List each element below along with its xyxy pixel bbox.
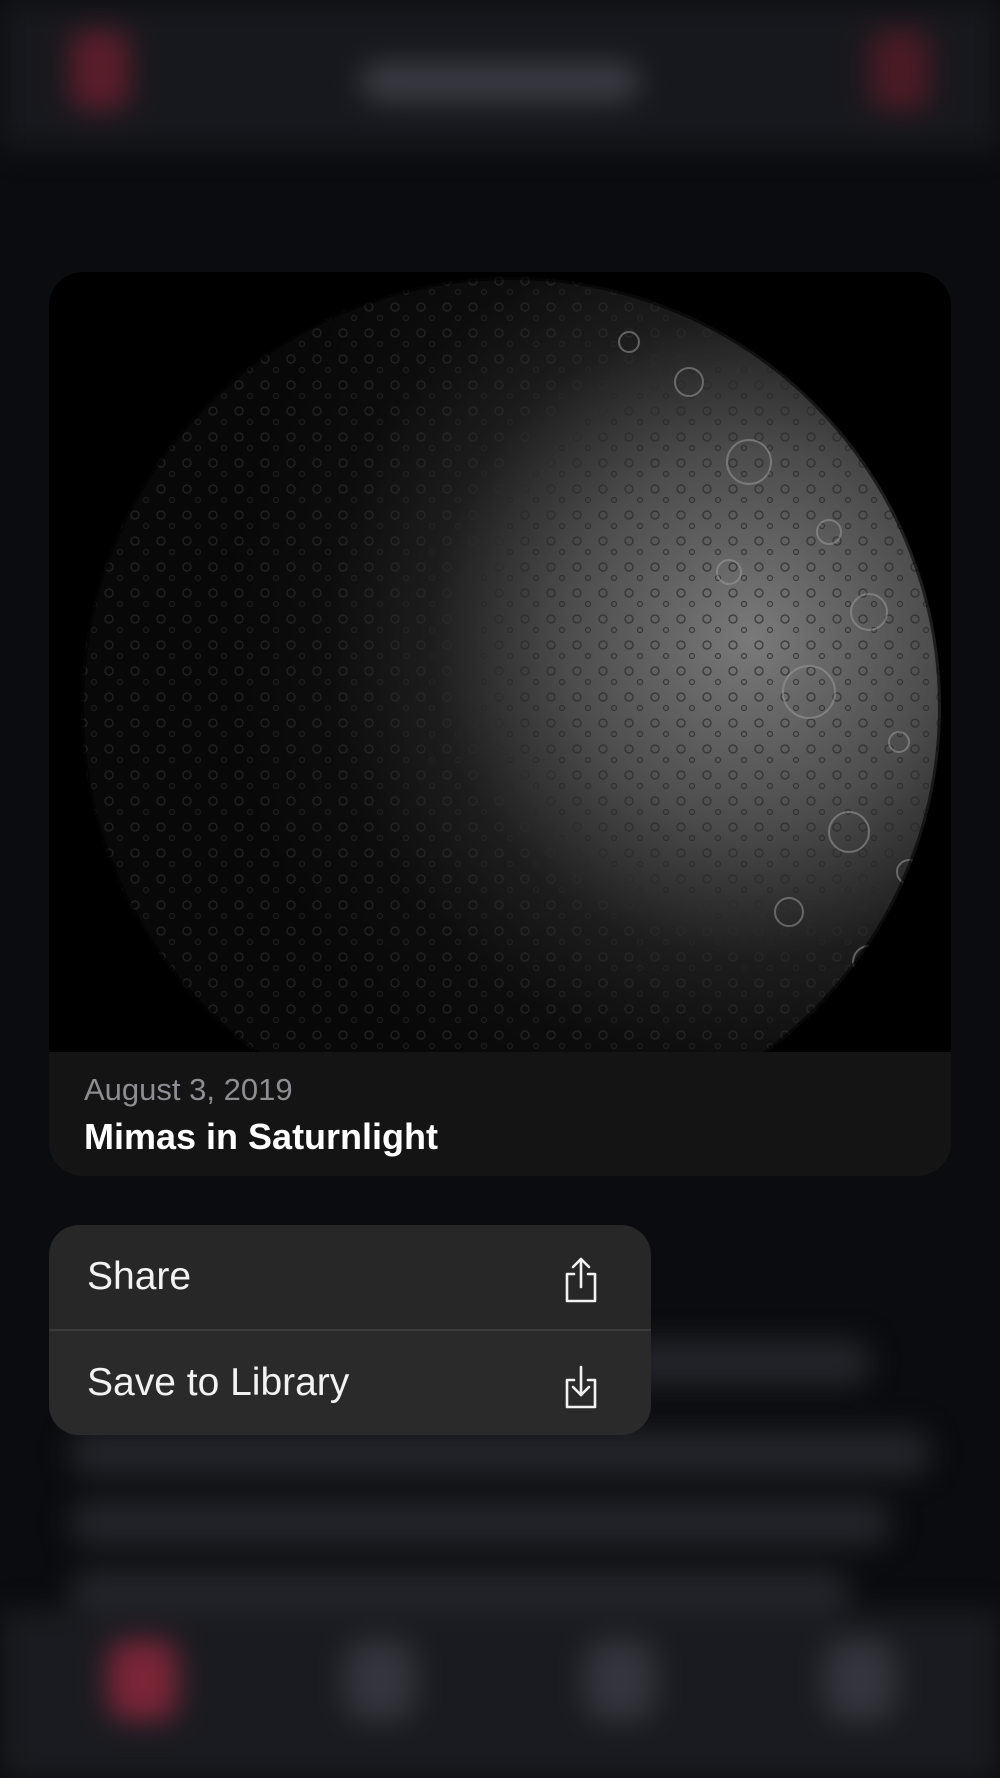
background-nav-bar (0, 0, 1000, 150)
moon-photo (49, 272, 951, 1052)
share-icon (561, 1257, 601, 1303)
share-menu-item[interactable]: Share (49, 1225, 651, 1329)
background-tab (825, 1640, 895, 1720)
save-to-library-label: Save to Library (87, 1361, 350, 1404)
photo-title: Mimas in Saturnlight (84, 1116, 439, 1157)
background-tab (585, 1640, 655, 1720)
background-nav-left-button (70, 30, 130, 110)
context-menu: Share Save to Library (49, 1225, 651, 1435)
background-tab (108, 1640, 178, 1720)
background-tab (345, 1640, 415, 1720)
background-nav-title (360, 62, 640, 102)
background-nav-right-button (870, 30, 930, 110)
photo-caption: August 3, 2019 Mimas in Saturnlight (49, 1052, 951, 1176)
share-label: Share (87, 1255, 192, 1298)
photo-date: August 3, 2019 (84, 1072, 293, 1107)
save-to-library-menu-item[interactable]: Save to Library (49, 1331, 651, 1435)
photo-preview-card[interactable]: August 3, 2019 Mimas in Saturnlight (49, 272, 951, 1176)
save-to-library-icon (561, 1363, 601, 1409)
